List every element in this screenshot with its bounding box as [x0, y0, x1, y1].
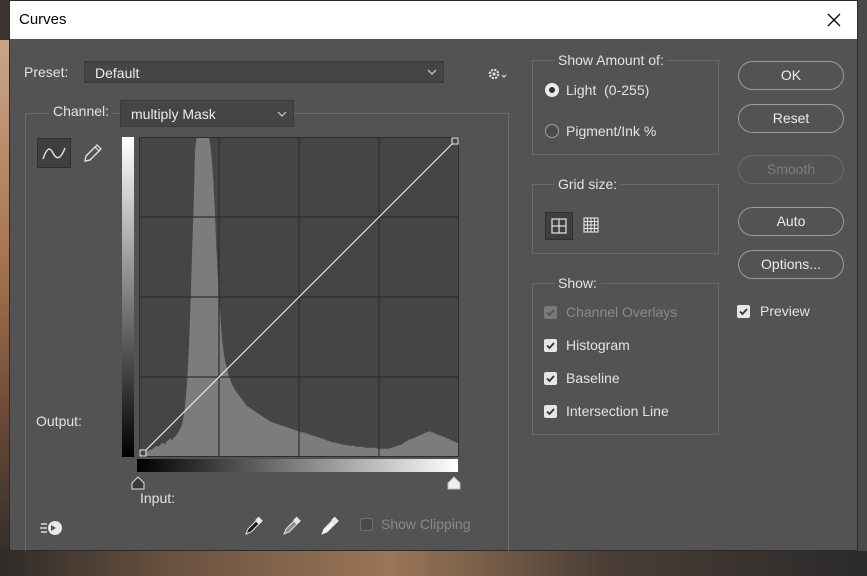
show-clipping-checkbox[interactable] [360, 518, 373, 531]
channel-label: Channel: [49, 103, 114, 119]
smooth-button[interactable]: Smooth [738, 155, 844, 184]
simple-grid-icon [551, 218, 567, 234]
show-title: Show: [554, 275, 601, 291]
white-point-slider[interactable] [447, 476, 461, 490]
simple-grid-button[interactable] [545, 212, 573, 240]
gear-icon[interactable] [486, 65, 508, 83]
output-label: OOutput: [36, 413, 82, 429]
curve-control-point[interactable] [451, 137, 459, 145]
input-gradient-bar [137, 459, 458, 472]
histogram-checkbox[interactable] [544, 339, 557, 352]
pigment-radio[interactable] [545, 124, 559, 138]
chevron-down-icon [427, 69, 437, 75]
preview-label: Preview [760, 303, 810, 319]
pigment-radio-label: Pigment/Ink % [566, 123, 657, 139]
auto-button[interactable]: Auto [738, 207, 844, 236]
pencil-tool[interactable] [76, 138, 110, 168]
background-panel [858, 0, 867, 576]
show-amount-group [532, 60, 719, 155]
title-bar: Curves [10, 1, 857, 39]
close-icon[interactable] [821, 7, 847, 33]
preset-label: Preset: [24, 64, 69, 80]
gray-eyedropper-icon[interactable] [281, 515, 303, 537]
options-button[interactable]: Options... [738, 250, 844, 279]
intersection-line-checkbox[interactable] [544, 405, 557, 418]
pencil-icon [84, 144, 102, 162]
preview-checkbox[interactable] [737, 305, 750, 318]
preset-value: Default [95, 65, 140, 81]
intersection-line-label: Intersection Line [566, 403, 669, 419]
chevron-down-icon [277, 111, 287, 117]
preset-select[interactable]: Default [84, 61, 444, 83]
detailed-grid-icon [583, 217, 599, 233]
input-label: Input: [140, 490, 176, 506]
black-point-slider[interactable] [131, 476, 145, 490]
histogram-label: Histogram [566, 337, 630, 353]
output-gradient-bar [122, 137, 134, 457]
dialog-title: Curves [19, 11, 67, 28]
grid-size-title: Grid size: [554, 176, 622, 192]
black-eyedropper-icon[interactable] [243, 515, 265, 537]
show-clipping-label: Show Clipping [381, 516, 471, 532]
channel-overlays-checkbox[interactable] [544, 306, 557, 319]
channel-value: multiply Mask [131, 106, 216, 122]
curve-point-tool[interactable] [37, 138, 71, 168]
background-taskbar [0, 551, 867, 576]
output-label-text: Output: [36, 413, 82, 429]
curve-control-point[interactable] [139, 449, 147, 457]
baseline-checkbox[interactable] [544, 372, 557, 385]
curves-dialog: Curves Preset: Default Channel: multiply… [9, 0, 858, 551]
light-radio-label: Light (0-255) [566, 82, 650, 98]
curve-icon [42, 147, 66, 160]
light-radio[interactable] [545, 83, 559, 97]
ok-button[interactable]: OK [738, 61, 844, 90]
baseline-label: Baseline [566, 370, 620, 386]
reset-button[interactable]: Reset [738, 104, 844, 133]
white-eyedropper-icon[interactable] [319, 515, 341, 537]
detailed-grid-button[interactable] [578, 212, 606, 240]
show-amount-title: Show Amount of: [554, 52, 668, 68]
channel-select[interactable]: multiply Mask [120, 100, 294, 127]
targeted-adjustment-icon[interactable] [38, 517, 68, 539]
curve-graph[interactable] [139, 137, 459, 457]
channel-overlays-label: Channel Overlays [566, 304, 678, 320]
